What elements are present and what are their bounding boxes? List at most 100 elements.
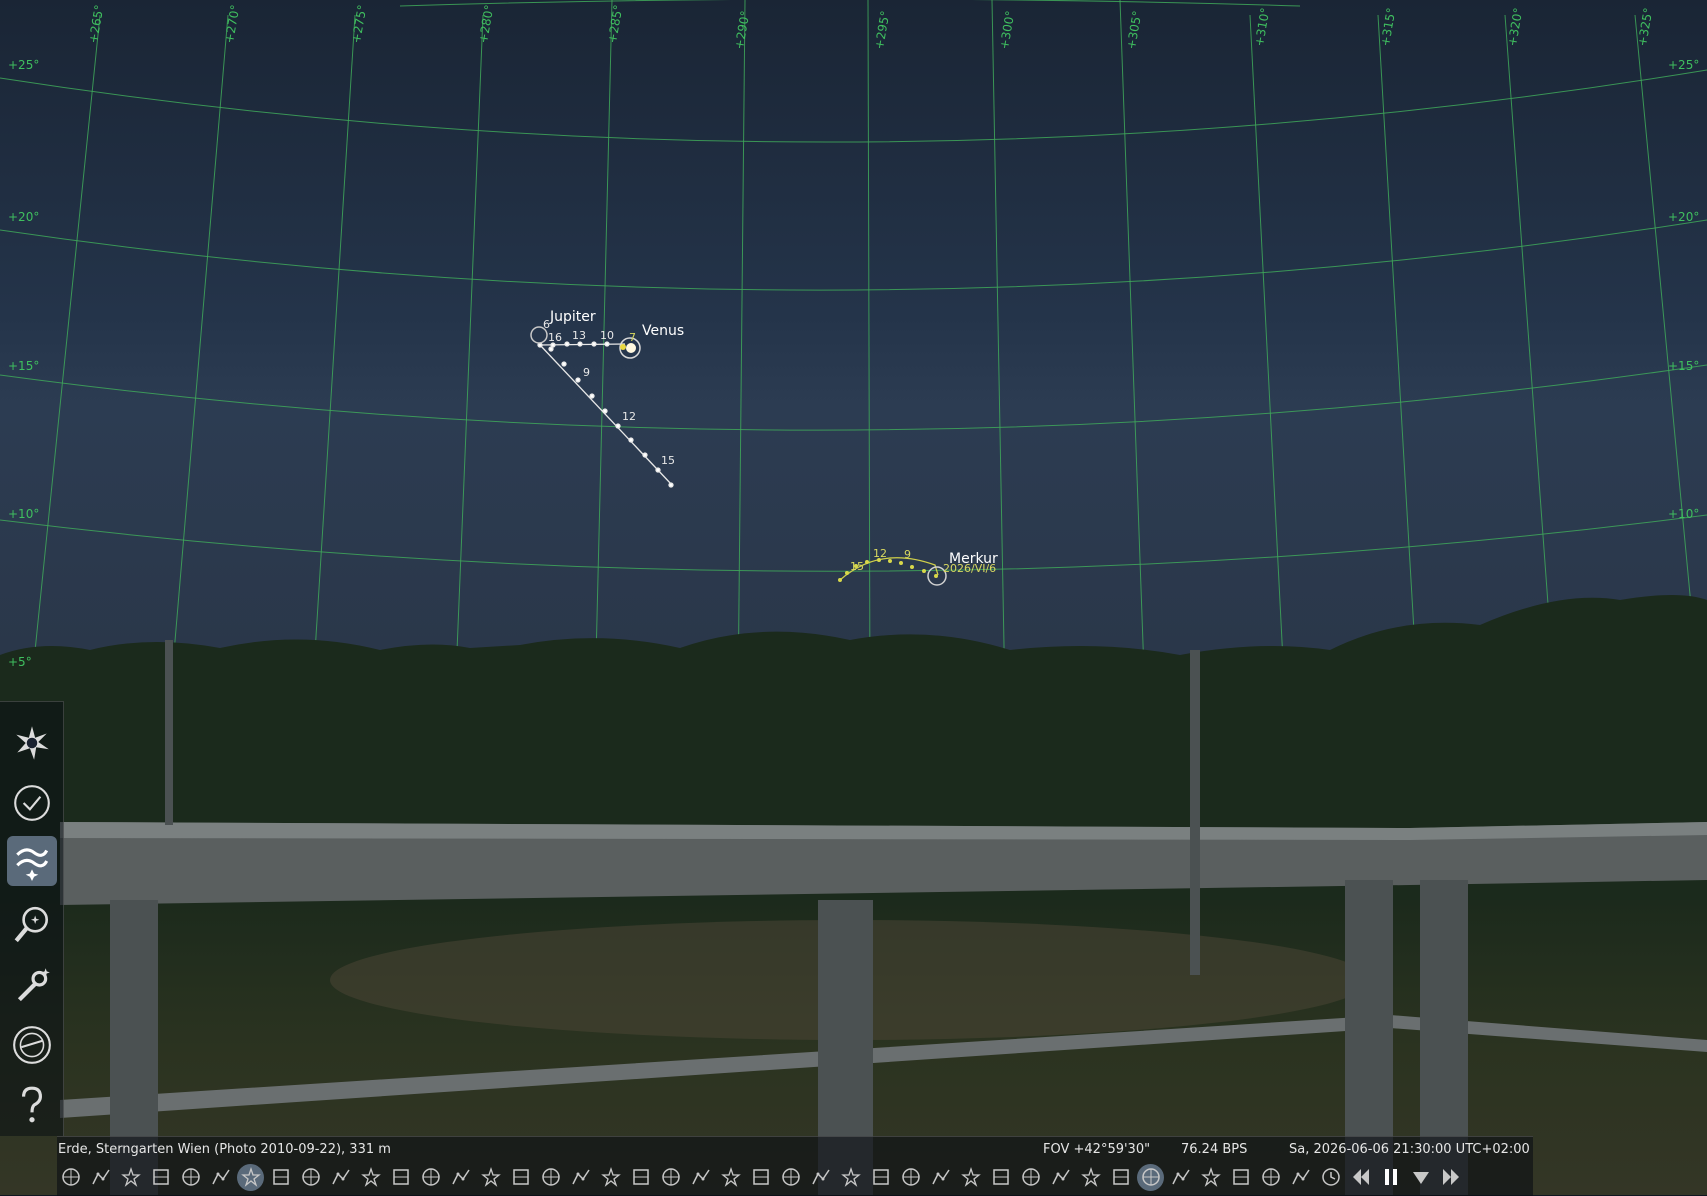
measure-icon [1171, 1169, 1190, 1185]
comets-button[interactable] [1077, 1164, 1104, 1191]
search-button[interactable] [7, 900, 57, 950]
constellation-lines-button[interactable] [57, 1164, 84, 1191]
deep-sky-objects-icon [360, 1166, 381, 1187]
ground-icon [301, 1168, 320, 1186]
sky-culture-icon [16, 848, 49, 881]
grid-lines-icon [840, 1166, 861, 1187]
eye-button[interactable] [1227, 1164, 1254, 1191]
sky-culture-button[interactable] [7, 836, 57, 886]
ocular-button[interactable] [537, 1164, 564, 1191]
grid-lines-button[interactable] [837, 1164, 864, 1191]
atmosphere-icon [331, 1169, 350, 1185]
search-tool-icon [901, 1168, 920, 1186]
astronomical-calculations-button[interactable] [7, 1020, 57, 1070]
eye-icon [1232, 1169, 1249, 1185]
pulsars-icon [781, 1168, 800, 1186]
trail-label: 15 [661, 454, 675, 467]
grid-label: +15° [1668, 359, 1700, 373]
constellation-art-button[interactable] [117, 1164, 144, 1191]
fps-status: 76.24 BPS [1181, 1142, 1248, 1157]
observatory-icon [931, 1169, 950, 1185]
satellites-icon [512, 1169, 529, 1185]
planet-labels-icon [392, 1169, 409, 1185]
rewind-button[interactable] [1347, 1164, 1374, 1191]
hips-button[interactable] [477, 1164, 504, 1191]
constellation-labels-icon [91, 1169, 110, 1185]
search-icon [14, 906, 49, 943]
grid-label: +20° [8, 210, 40, 224]
jupiter-label[interactable]: Jupiter [550, 309, 596, 325]
telescope-frame-button[interactable] [567, 1164, 594, 1191]
fast-forward-button[interactable] [1437, 1164, 1464, 1191]
satellites-button[interactable] [507, 1164, 534, 1191]
constellation-art-icon [120, 1166, 141, 1187]
help-icon [22, 1086, 42, 1123]
sky-and-viewing-options-button[interactable] [7, 718, 57, 768]
trail-label: 12 [622, 410, 636, 423]
dss-button[interactable] [447, 1164, 474, 1191]
ecliptic-grid-button[interactable] [267, 1164, 294, 1191]
flip-horizontal-button[interactable] [597, 1164, 624, 1191]
asterism-lines-icon [181, 1168, 200, 1186]
measure-button[interactable] [1167, 1164, 1194, 1191]
date-time-icon [14, 785, 50, 821]
bookmark-icon [661, 1168, 680, 1186]
trail-label: 15 [850, 560, 864, 573]
astronomical-calculations-icon [13, 1026, 51, 1064]
asterism-lines-button[interactable] [177, 1164, 204, 1191]
clock-button[interactable] [1317, 1164, 1344, 1191]
compass-marks-button[interactable] [747, 1164, 774, 1191]
exoplanets-button[interactable] [417, 1164, 444, 1191]
venus-label[interactable]: Venus [642, 323, 684, 339]
observer-button[interactable] [1197, 1164, 1224, 1191]
search-tool-button[interactable] [897, 1164, 924, 1191]
help-button[interactable] [7, 1080, 57, 1130]
equatorial-grid-button[interactable] [207, 1164, 234, 1191]
meteor-showers-button[interactable] [867, 1164, 894, 1191]
trail-label: 16 [548, 331, 562, 344]
grid-label: +20° [1668, 210, 1700, 224]
observer-icon [1200, 1166, 1221, 1187]
azimuthal-grid-button[interactable] [237, 1163, 264, 1191]
satellites-hints-button[interactable] [1047, 1164, 1074, 1191]
presenter-icon [1141, 1168, 1160, 1186]
angle-measure-button[interactable] [687, 1164, 714, 1191]
flip-vertical-button[interactable] [627, 1164, 654, 1191]
trail-label: 9 [583, 366, 590, 379]
ground-button[interactable] [297, 1164, 324, 1191]
equatorial-grid-icon [211, 1169, 230, 1185]
presenter-button[interactable] [1137, 1163, 1164, 1191]
sky-view[interactable] [0, 0, 1707, 1195]
ecliptic-grid-icon [272, 1169, 289, 1185]
night-mode-button[interactable] [1407, 1164, 1434, 1191]
atmosphere-button[interactable] [327, 1164, 354, 1191]
pulsars-button[interactable] [777, 1164, 804, 1191]
trail-label: 6 [543, 318, 550, 331]
constellation-labels-button[interactable] [87, 1164, 114, 1191]
venus-disc [626, 343, 636, 353]
planets-hints-button[interactable] [807, 1164, 834, 1191]
archaeo-lines-button[interactable] [717, 1164, 744, 1191]
pause-button[interactable] [1377, 1164, 1404, 1191]
deep-sky-objects-button[interactable] [357, 1164, 384, 1191]
night-mode-icon [1412, 1172, 1429, 1184]
fast-forward-icon [1442, 1169, 1459, 1185]
datetime-status[interactable]: Sa, 2026-06-06 21:30:00 UTC+02:00 [1289, 1142, 1530, 1157]
trail-label: 12 [873, 547, 887, 560]
trail-label: 7 [629, 331, 636, 344]
solar-system-button[interactable] [957, 1164, 984, 1191]
location-button[interactable] [987, 1164, 1014, 1191]
asteroids-button[interactable] [1107, 1164, 1134, 1191]
date-time-button[interactable] [7, 778, 57, 828]
planet-labels-button[interactable] [387, 1164, 414, 1191]
equatorial-mount-button[interactable] [1017, 1164, 1044, 1191]
location-status[interactable]: Erde, Sterngarten Wien (Photo 2010-09-22… [58, 1142, 391, 1157]
configuration-button[interactable] [7, 960, 57, 1010]
bookmark-button[interactable] [657, 1164, 684, 1191]
ocular-icon [541, 1168, 560, 1186]
fov-status: FOV +42°59'30" [1043, 1142, 1151, 1157]
constellation-boundaries-button[interactable] [147, 1164, 174, 1191]
antenna-button[interactable] [1287, 1164, 1314, 1191]
observatory-button[interactable] [927, 1164, 954, 1191]
flag-button[interactable] [1257, 1164, 1284, 1191]
